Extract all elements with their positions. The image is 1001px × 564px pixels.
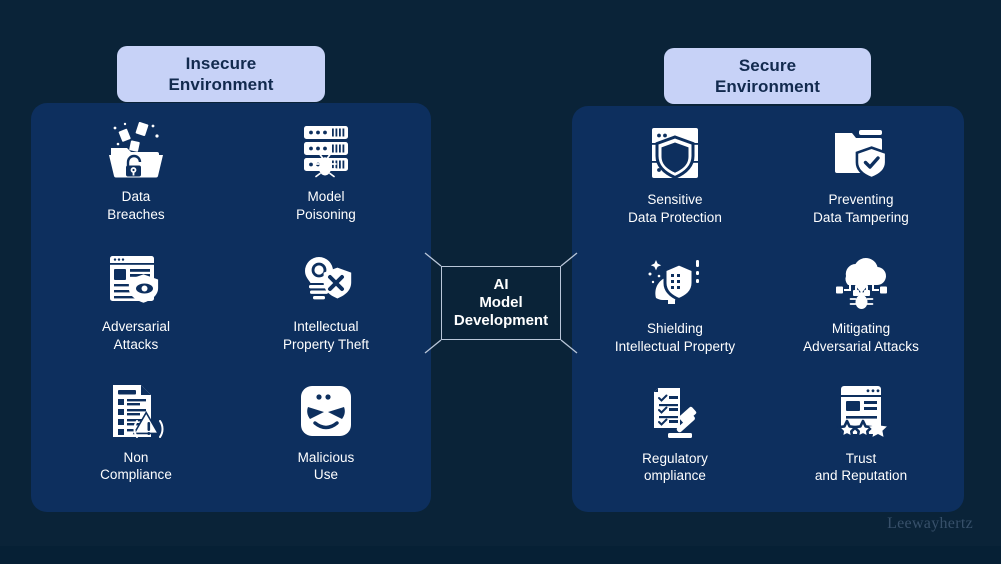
list-item-label: Data Breaches <box>107 189 165 222</box>
ai-model-development-label: AI Model Development <box>453 275 549 330</box>
bottom-band <box>0 546 1001 564</box>
list-item-label: Mitigating Adversarial Attacks <box>803 321 919 354</box>
cloud-bug-block-icon <box>829 251 893 313</box>
lightbulb-shield-cross-icon <box>294 249 358 311</box>
folder-unlocked-breach-icon <box>104 119 168 181</box>
insecure-items-grid: Data Breaches Model Poisoning Adversaria… <box>31 103 431 512</box>
diagram-canvas: Insecure Environment Data Breaches Model… <box>0 0 1001 564</box>
list-item[interactable]: Trust and Reputation <box>768 373 954 502</box>
list-item[interactable]: Non Compliance <box>41 372 231 502</box>
ai-model-development-box: AI Model Development <box>441 266 561 340</box>
insecure-environment-header-label: Insecure Environment <box>168 53 274 94</box>
list-item[interactable]: Model Poisoning <box>231 111 421 241</box>
list-item[interactable]: Intellectual Property Theft <box>231 241 421 371</box>
secure-environment-header: Secure Environment <box>664 48 871 104</box>
list-item[interactable]: Sensitive Data Protection <box>582 114 768 243</box>
list-item-label: Preventing Data Tampering <box>813 192 909 225</box>
list-item-label: Shielding Intellectual Property <box>614 321 736 354</box>
insecure-environment-header: Insecure Environment <box>117 46 325 102</box>
list-item[interactable]: Adversarial Attacks <box>41 241 231 371</box>
list-item-label: Malicious Use <box>297 449 355 483</box>
list-item[interactable]: Shielding Intellectual Property <box>582 243 768 372</box>
list-item-label: Sensitive Data Protection <box>628 192 722 225</box>
browser-shield-eye-icon <box>104 249 168 311</box>
folder-shield-check-icon <box>829 122 893 184</box>
secure-environment-panel: Sensitive Data Protection Preventing Dat… <box>572 106 964 512</box>
list-item-label: Intellectual Property Theft <box>283 319 369 352</box>
list-item-label: Adversarial Attacks <box>101 319 171 352</box>
checklist-warning-icon <box>104 380 168 442</box>
list-item-label: Model Poisoning <box>296 189 356 222</box>
list-item[interactable]: Preventing Data Tampering <box>768 114 954 243</box>
list-item[interactable]: Regulatory ompliance <box>582 373 768 502</box>
malicious-face-icon <box>294 380 358 442</box>
list-item-label: Non Compliance <box>100 449 172 483</box>
list-item[interactable]: Data Breaches <box>41 111 231 241</box>
watermark: Leewayhertz <box>887 515 973 532</box>
list-item-label: Trust and Reputation <box>814 450 908 484</box>
list-item[interactable]: Malicious Use <box>231 372 421 502</box>
head-shield-sparkle-icon <box>643 251 707 313</box>
browser-stars-icon <box>829 381 893 443</box>
server-bug-icon <box>294 119 358 181</box>
list-item-label: Regulatory ompliance <box>642 450 708 484</box>
insecure-environment-panel: Data Breaches Model Poisoning Adversaria… <box>31 103 431 512</box>
secure-environment-header-label: Secure Environment <box>714 55 820 96</box>
checklist-gavel-icon <box>643 381 707 443</box>
secure-items-grid: Sensitive Data Protection Preventing Dat… <box>572 106 964 512</box>
list-item[interactable]: Mitigating Adversarial Attacks <box>768 243 954 372</box>
server-shield-icon <box>643 122 707 184</box>
ai-model-development-node: AI Model Development <box>424 252 578 354</box>
